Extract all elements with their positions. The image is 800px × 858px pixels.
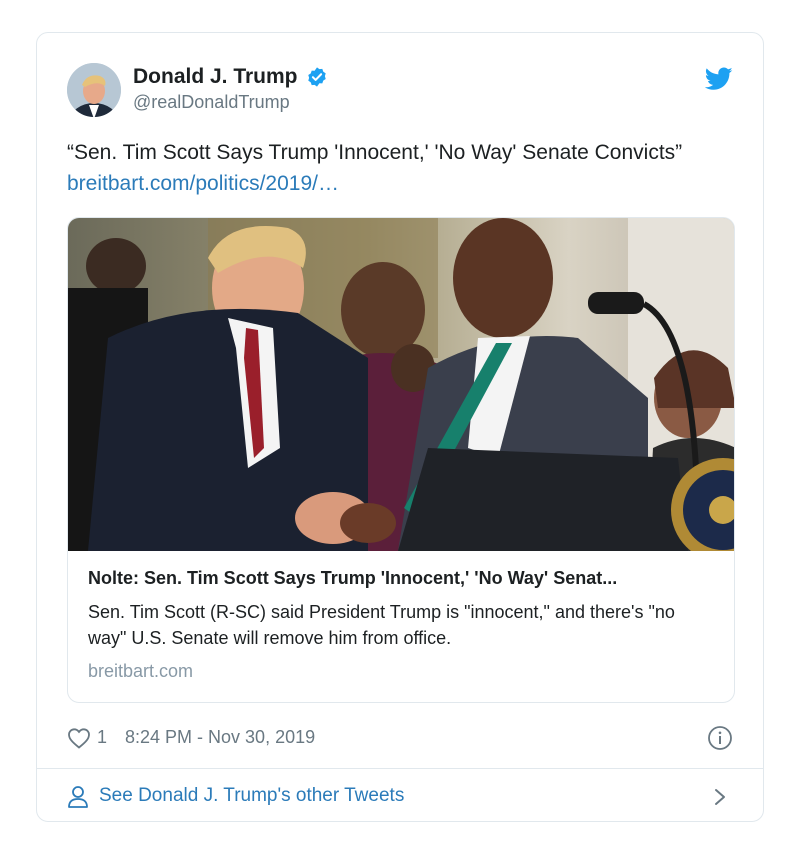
person-icon — [68, 786, 88, 808]
handshake-photo — [68, 218, 734, 551]
avatar[interactable] — [67, 63, 121, 117]
twitter-bird-icon[interactable] — [705, 67, 733, 91]
footer-divider — [37, 768, 763, 769]
like-count[interactable]: 1 — [97, 727, 107, 748]
timestamp[interactable]: 8:24 PM - Nov 30, 2019 — [125, 727, 315, 748]
link-preview-domain: breitbart.com — [88, 661, 194, 681]
display-name[interactable]: Donald J. Trump — [133, 65, 298, 89]
tweet-meta: 1 8:24 PM - Nov 30, 2019 — [67, 725, 733, 755]
avatar-image — [67, 63, 121, 117]
see-other-tweets-link[interactable]: See Donald J. Trump's other Tweets — [99, 785, 404, 807]
tweet-card: Donald J. Trump @realDonaldTrump “Sen. T… — [36, 32, 764, 822]
link-preview-card[interactable]: Nolte: Sen. Tim Scott Says Trump 'Innoce… — [67, 217, 735, 703]
tweet-header: Donald J. Trump @realDonaldTrump — [67, 63, 733, 119]
tweet-link[interactable]: breitbart.com/politics/2019/… — [67, 172, 339, 195]
link-preview-body: Nolte: Sen. Tim Scott Says Trump 'Innoce… — [88, 568, 714, 682]
tweet-footer[interactable]: See Donald J. Trump's other Tweets — [67, 783, 733, 813]
chevron-right-icon[interactable] — [713, 787, 727, 807]
handle[interactable]: @realDonaldTrump — [133, 92, 328, 113]
tweet-text: “Sen. Tim Scott Says Trump 'Innocent,' '… — [67, 137, 707, 199]
link-preview-title[interactable]: Nolte: Sen. Tim Scott Says Trump 'Innoce… — [88, 568, 714, 589]
tweet-body-text: “Sen. Tim Scott Says Trump 'Innocent,' '… — [67, 141, 683, 164]
heart-icon[interactable] — [67, 727, 91, 749]
verified-badge-icon — [308, 67, 326, 87]
info-icon[interactable] — [707, 725, 733, 751]
author-names: Donald J. Trump @realDonaldTrump — [133, 65, 328, 113]
link-preview-description: Sen. Tim Scott (R-SC) said President Tru… — [88, 602, 675, 648]
